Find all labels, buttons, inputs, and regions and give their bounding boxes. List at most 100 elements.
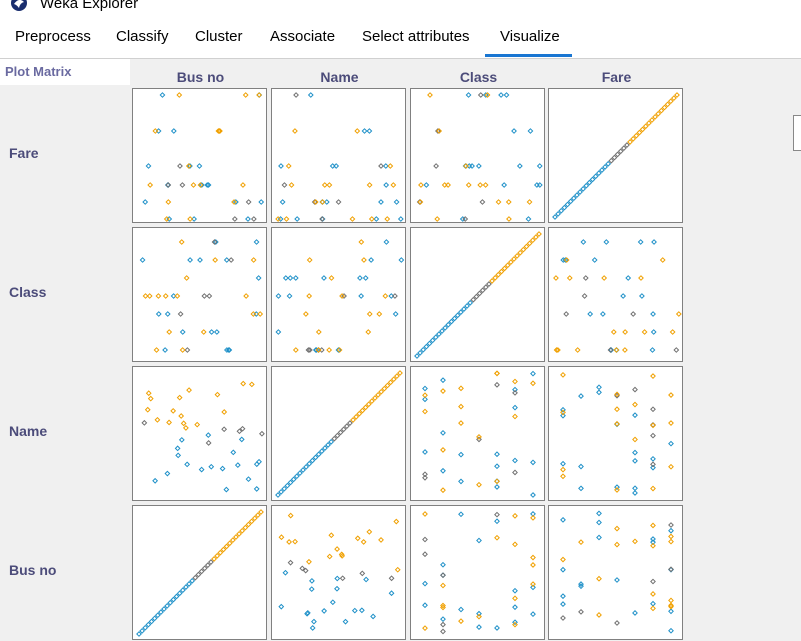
data-point <box>214 391 221 398</box>
data-point <box>458 420 464 426</box>
scatter-cell[interactable] <box>271 366 406 501</box>
scatter-plot <box>139 239 264 353</box>
data-point <box>145 621 152 628</box>
data-point <box>166 419 172 426</box>
data-point <box>147 182 154 188</box>
data-point <box>164 311 171 317</box>
scatter-cell[interactable] <box>132 227 267 362</box>
data-point <box>284 482 291 489</box>
data-point <box>359 570 366 577</box>
data-point <box>283 216 290 222</box>
tab-preprocess[interactable]: Preprocess <box>15 28 91 45</box>
data-point <box>250 257 257 263</box>
scatter-plot <box>414 231 542 359</box>
data-point <box>673 347 680 353</box>
active-tab-indicator <box>485 54 572 57</box>
data-point <box>220 546 227 553</box>
data-point <box>599 167 605 173</box>
column-header: Name <box>320 69 359 85</box>
data-point <box>512 595 518 602</box>
data-point <box>527 128 534 134</box>
data-point <box>614 541 620 548</box>
data-point <box>331 435 338 442</box>
data-point <box>632 490 638 496</box>
data-point <box>625 275 632 281</box>
data-point <box>321 608 328 614</box>
data-point <box>198 466 205 473</box>
scatter-cell[interactable] <box>410 227 545 362</box>
data-point <box>239 527 246 534</box>
data-point <box>190 182 197 188</box>
data-point <box>159 92 166 98</box>
data-point <box>532 234 539 241</box>
data-point <box>638 293 645 299</box>
data-point <box>440 429 446 436</box>
data-point <box>523 243 530 250</box>
data-point <box>366 182 373 188</box>
tab-visualize[interactable]: Visualize <box>500 28 560 45</box>
data-point <box>529 237 536 244</box>
data-point <box>530 380 536 387</box>
data-point <box>581 293 588 299</box>
data-point <box>255 275 262 281</box>
tab-classify[interactable]: Classify <box>116 28 169 45</box>
scatter-cell[interactable] <box>132 88 267 223</box>
data-point <box>512 512 518 519</box>
data-point <box>479 287 486 294</box>
scatter-cell[interactable] <box>410 366 545 501</box>
data-point <box>296 470 303 477</box>
data-point <box>512 413 518 420</box>
data-point <box>574 347 581 353</box>
data-point <box>151 615 158 622</box>
data-point <box>649 117 655 123</box>
data-point <box>309 625 316 631</box>
data-point <box>423 182 430 188</box>
data-point <box>596 519 602 526</box>
data-point <box>440 447 446 453</box>
data-point <box>560 566 566 573</box>
data-point <box>206 293 213 299</box>
data-point <box>139 627 146 634</box>
data-point <box>258 199 265 205</box>
data-point <box>440 572 446 579</box>
data-point <box>230 449 237 456</box>
data-point <box>286 539 293 545</box>
data-point <box>632 485 638 492</box>
scatter-cell[interactable] <box>132 366 267 501</box>
scatter-cell[interactable] <box>132 505 267 640</box>
tab-select-attributes[interactable]: Select attributes <box>362 28 470 45</box>
scatter-plot <box>278 512 401 631</box>
data-point <box>642 123 649 130</box>
data-point <box>608 157 615 164</box>
data-point <box>674 92 680 98</box>
data-point <box>145 390 152 397</box>
scatter-cell[interactable] <box>271 88 406 223</box>
scatter-cell[interactable] <box>548 88 683 223</box>
data-point <box>495 199 502 205</box>
data-point <box>560 371 566 378</box>
data-point <box>632 386 638 393</box>
data-point <box>278 488 285 495</box>
scatter-cell[interactable] <box>548 227 683 362</box>
data-point <box>234 462 241 469</box>
tab-associate[interactable]: Associate <box>270 28 335 45</box>
side-scroll-handle[interactable] <box>793 115 801 151</box>
data-point <box>390 376 397 383</box>
tab-cluster[interactable]: Cluster <box>195 28 243 45</box>
data-point <box>566 275 573 281</box>
scatter-cell[interactable] <box>271 227 406 362</box>
data-point <box>372 395 378 401</box>
data-point <box>365 401 372 408</box>
data-point <box>368 257 375 263</box>
scatter-cell[interactable] <box>548 366 683 501</box>
scatter-cell[interactable] <box>271 505 406 640</box>
data-point <box>589 176 596 183</box>
data-point <box>258 509 264 515</box>
data-point <box>388 575 395 582</box>
data-point <box>145 163 152 169</box>
scatter-cell[interactable] <box>410 505 545 640</box>
data-point <box>440 487 446 494</box>
scatter-cell[interactable] <box>548 505 683 640</box>
scatter-plot <box>142 92 265 222</box>
scatter-cell[interactable] <box>410 88 545 223</box>
